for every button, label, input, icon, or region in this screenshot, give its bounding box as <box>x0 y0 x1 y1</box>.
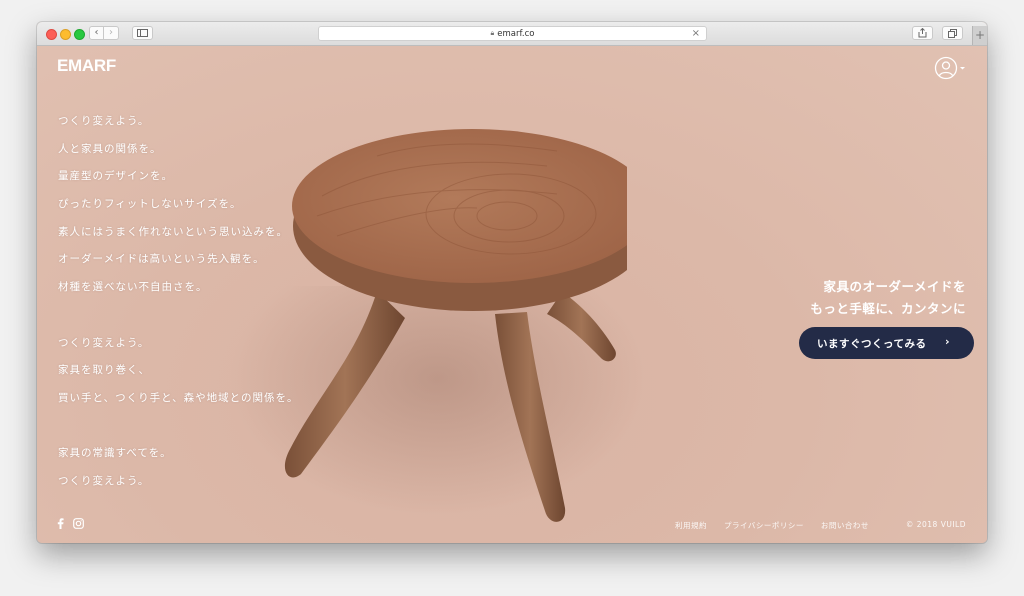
start-making-button[interactable]: いますぐつくってみる › <box>799 327 974 359</box>
poem-text: つくり変えよう。 人と家具の関係を。 量産型のデザインを。 ぴったりフィットしな… <box>58 108 299 496</box>
poem-line: 量産型のデザインを。 <box>58 170 173 183</box>
page-content: EMARF つくり変えよう。 人と家具の関係を。 量産型のデザインを。 ぴったり… <box>37 46 987 543</box>
back-button[interactable]: ‹ <box>89 26 104 40</box>
back-icon: ‹ <box>94 27 99 38</box>
close-icon[interactable]: × <box>692 27 700 40</box>
sidebar-button[interactable] <box>132 26 153 40</box>
browser-window: ‹ › 🔒︎ emarf.co × + EMARF つくり変えよう。 人と家具の… <box>37 22 987 543</box>
privacy-link[interactable]: プライバシーポリシー <box>724 520 804 531</box>
url-text: emarf.co <box>497 28 535 39</box>
poem-line: つくり変えよう。 <box>58 336 150 349</box>
new-tab-button[interactable]: + <box>972 26 987 45</box>
terms-link[interactable]: 利用規約 <box>675 520 707 531</box>
address-bar[interactable]: 🔒︎ emarf.co × <box>318 26 707 41</box>
lock-icon: 🔒︎ <box>490 29 495 37</box>
share-button[interactable] <box>912 26 933 40</box>
tagline-line-1: 家具のオーダーメイドを <box>823 279 966 294</box>
new-tab-icon: + <box>974 28 986 42</box>
poem-line: 家具の常識すべてを。 <box>58 447 172 460</box>
poem-line: つくり変えよう。 <box>58 115 150 127</box>
emarf-logo[interactable]: EMARF <box>57 56 116 76</box>
instagram-icon[interactable] <box>73 518 84 529</box>
account-circle-icon <box>934 56 965 80</box>
account-menu[interactable] <box>934 56 967 80</box>
minimize-window-button[interactable] <box>60 29 71 40</box>
browser-toolbar: ‹ › 🔒︎ emarf.co × + <box>37 22 987 46</box>
poem-line: オーダーメイドは高いという先入観を。 <box>58 253 265 266</box>
poem-line: 買い手と、つくり手と、森や地域との関係を。 <box>58 391 299 404</box>
poem-line: 家具を取り巻く、 <box>58 364 150 377</box>
hero-tagline: 家具のオーダーメイドを もっと手軽に、カンタンに <box>810 276 966 320</box>
cta-label: いますぐつくってみる <box>817 337 927 350</box>
chevron-right-icon: › <box>944 335 950 348</box>
sidebar-icon <box>137 29 148 37</box>
social-links <box>57 518 84 529</box>
zoom-window-button[interactable] <box>74 29 85 40</box>
tabs-button[interactable] <box>942 26 963 40</box>
poem-line: 材種を選べない不自由さを。 <box>58 281 208 294</box>
forward-button[interactable]: › <box>104 26 119 40</box>
tagline-line-2: もっと手軽に、カンタンに <box>810 301 966 316</box>
forward-icon: › <box>109 27 113 38</box>
poem-line: 素人にはうまく作れないという思い込みを。 <box>58 225 288 238</box>
poem-spacer <box>58 302 299 330</box>
footer-links: 利用規約 プライバシーポリシー お問い合わせ © 2018 VUILD <box>675 520 966 531</box>
poem-spacer <box>58 413 299 441</box>
contact-link[interactable]: お問い合わせ <box>821 520 869 531</box>
poem-line: 人と家具の関係を。 <box>58 142 162 155</box>
tabs-icon <box>947 28 957 38</box>
copyright: © 2018 VUILD <box>905 520 966 529</box>
poem-line: ぴったりフィットしないサイズを。 <box>58 198 242 211</box>
share-icon <box>918 28 927 38</box>
poem-line: つくり変えよう。 <box>58 474 150 487</box>
close-window-button[interactable] <box>46 29 57 40</box>
facebook-icon[interactable] <box>57 518 64 529</box>
